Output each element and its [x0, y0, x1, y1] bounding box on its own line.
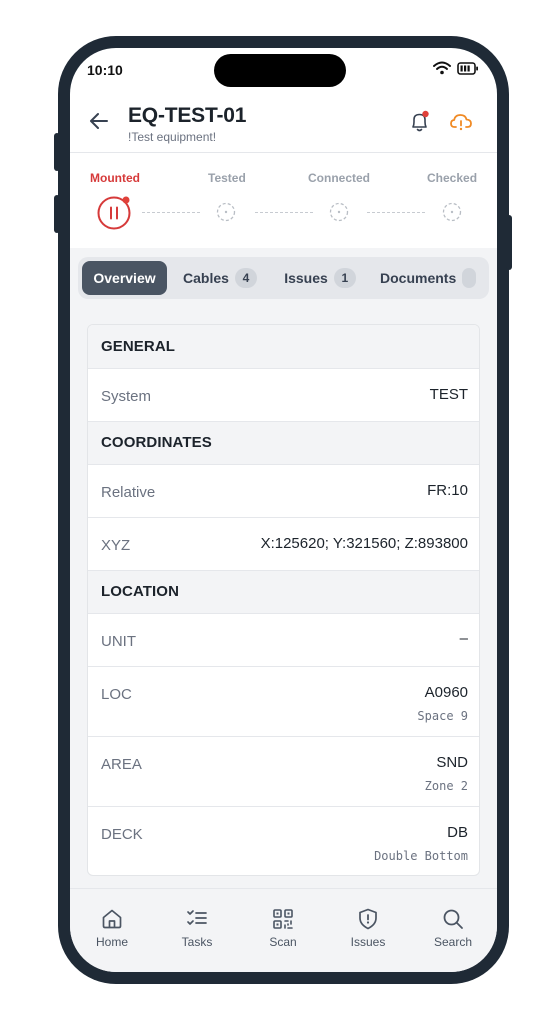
section-header-location: LOCATION — [88, 571, 479, 614]
tab-label: Overview — [93, 270, 156, 286]
side-button-left-lower — [54, 195, 60, 233]
app-screen: 10:10 EQ-TEST-01 !Test equipment! Mounte… — [70, 48, 497, 972]
tab-bar: Overview Cables 4 Issues 1 Documents — [78, 257, 489, 299]
nav-tasks[interactable]: Tasks — [162, 907, 232, 949]
home-icon — [102, 909, 122, 929]
tab-count-badge — [462, 268, 477, 288]
nav-label: Scan — [269, 935, 297, 949]
wifi-icon — [433, 61, 451, 75]
row-value: SND — [436, 754, 468, 771]
nav-label: Home — [95, 935, 128, 949]
bell-icon — [412, 110, 429, 132]
tab-cables[interactable]: Cables 4 — [176, 261, 264, 295]
row-value: DB — [447, 824, 468, 841]
tab-label: Documents — [380, 270, 457, 286]
row-value: – — [459, 630, 468, 647]
equipment-title: EQ-TEST-01 — [128, 104, 247, 127]
nav-issues[interactable]: Issues — [333, 907, 403, 949]
equipment-header: EQ-TEST-01 !Test equipment! — [70, 100, 497, 152]
tab-label: Issues — [284, 270, 328, 286]
row-subvalue: Space 9 — [417, 709, 468, 723]
step-label-checked: Checked — [427, 171, 478, 185]
row-value: X:125620; Y:321560; Z:893800 — [260, 535, 468, 552]
tab-count-badge: 1 — [333, 268, 356, 288]
detail-row-area: AREA SND Zone 2 — [88, 737, 479, 807]
qr-scan-icon — [273, 909, 293, 929]
cloud-alert-icon — [450, 114, 472, 131]
side-button-left-upper — [54, 133, 60, 171]
step-connected-button[interactable] — [329, 202, 349, 227]
row-label: System — [101, 388, 152, 405]
nav-search[interactable]: Search — [418, 907, 488, 949]
nav-label: Search — [433, 935, 473, 949]
step-label-tested: Tested — [208, 171, 246, 185]
tasks-icon — [187, 910, 207, 925]
tab-issues[interactable]: Issues 1 — [278, 261, 362, 295]
header-divider — [70, 152, 497, 153]
row-value: TEST — [429, 386, 468, 403]
shield-alert-icon — [359, 908, 377, 930]
tab-overview[interactable]: Overview — [82, 261, 167, 295]
details-card: GENERAL System TEST COORDINATES Relative… — [87, 324, 480, 876]
step-checked-button[interactable] — [442, 202, 462, 227]
detail-row-unit: UNIT – — [88, 614, 479, 667]
bottom-nav: Home Tasks Scan Issues Search — [70, 888, 497, 972]
step-tested-button[interactable] — [216, 202, 236, 227]
row-label: LOC — [101, 686, 132, 703]
detail-row-system: System TEST — [88, 369, 479, 422]
row-label: AREA — [101, 756, 142, 773]
pending-circle-icon — [329, 202, 349, 222]
detail-row-loc: LOC A0960 Space 9 — [88, 667, 479, 737]
pending-circle-icon — [442, 202, 462, 222]
row-value: A0960 — [424, 684, 468, 701]
section-title: GENERAL — [101, 338, 176, 355]
battery-icon — [457, 61, 478, 75]
tab-count-badge: 4 — [234, 268, 257, 288]
row-label: Relative — [101, 484, 156, 501]
search-icon — [443, 909, 463, 929]
row-label: UNIT — [101, 633, 136, 650]
nav-home[interactable]: Home — [77, 907, 147, 949]
step-label-mounted: Mounted — [90, 171, 140, 185]
nav-label: Issues — [350, 935, 386, 949]
equipment-subtitle: !Test equipment! — [128, 130, 217, 144]
arrow-left-icon — [90, 113, 108, 129]
side-button-right — [506, 215, 512, 270]
step-mounted-button[interactable] — [96, 195, 132, 236]
row-label: DECK — [101, 826, 143, 843]
detail-row-deck: DECK DB Double Bottom — [88, 807, 479, 875]
step-connector — [367, 212, 425, 213]
sync-button[interactable] — [449, 111, 473, 133]
detail-row-relative: Relative FR:10 — [88, 465, 479, 518]
row-subvalue: Double Bottom — [374, 849, 468, 863]
row-label: XYZ — [101, 537, 131, 554]
section-header-coordinates: COORDINATES — [88, 422, 479, 465]
section-title: LOCATION — [101, 583, 180, 600]
tab-label: Cables — [183, 270, 229, 286]
section-header-general: GENERAL — [88, 325, 479, 369]
pause-icon — [97, 196, 131, 230]
nav-scan[interactable]: Scan — [248, 907, 318, 949]
notifications-button[interactable] — [409, 110, 431, 134]
back-button[interactable] — [88, 110, 110, 132]
pending-circle-icon — [216, 202, 236, 222]
status-icons — [433, 61, 479, 75]
status-time: 10:10 — [87, 62, 123, 78]
tab-documents[interactable]: Documents — [380, 261, 489, 295]
section-title: COORDINATES — [101, 434, 212, 451]
row-subvalue: Zone 2 — [424, 779, 468, 793]
step-connector — [142, 212, 200, 213]
dynamic-island — [214, 54, 346, 87]
row-value: FR:10 — [427, 482, 468, 499]
detail-row-xyz: XYZ X:125620; Y:321560; Z:893800 — [88, 518, 479, 571]
nav-label: Tasks — [181, 935, 213, 949]
step-label-connected: Connected — [308, 171, 371, 185]
step-connector — [255, 212, 313, 213]
